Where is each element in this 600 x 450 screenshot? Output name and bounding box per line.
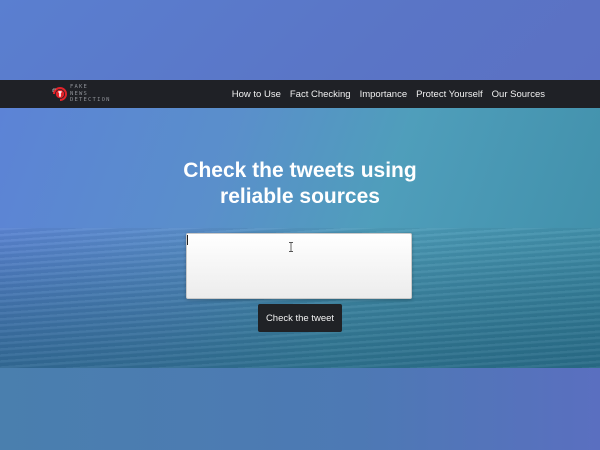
fake-news-detection-logo-icon: [52, 87, 67, 101]
logo-line-3: DETECTION: [70, 97, 111, 103]
tweet-input[interactable]: [186, 233, 412, 299]
text-cursor-icon: [289, 242, 293, 252]
page-headline: Check the tweets using reliable sources: [100, 158, 500, 210]
nav-links: How to Use Fact Checking Importance Prot…: [232, 80, 545, 108]
site-logo[interactable]: FAKE NEWS DETECTION: [48, 82, 122, 106]
web-page: FAKE NEWS DETECTION How to Use Fact Chec…: [0, 80, 600, 368]
nav-link-fact-checking[interactable]: Fact Checking: [290, 89, 351, 100]
headline-line-1: Check the tweets using: [183, 159, 417, 182]
nav-link-importance[interactable]: Importance: [360, 89, 408, 100]
logo-wordmark: FAKE NEWS DETECTION: [70, 84, 111, 104]
logo-line-2: NEWS: [70, 90, 89, 97]
nav-link-protect-yourself[interactable]: Protect Yourself: [416, 89, 483, 100]
text-caret: [187, 235, 188, 245]
logo-line-1: FAKE: [70, 84, 89, 90]
screen-background-bottom: [0, 368, 600, 450]
navbar: FAKE NEWS DETECTION How to Use Fact Chec…: [0, 80, 600, 108]
nav-link-our-sources[interactable]: Our Sources: [492, 89, 545, 100]
headline-line-2: reliable sources: [220, 185, 380, 208]
hero-section: Check the tweets using reliable sources …: [0, 108, 600, 368]
check-tweet-button[interactable]: Check the tweet: [258, 304, 342, 332]
nav-link-how-to-use[interactable]: How to Use: [232, 89, 281, 100]
